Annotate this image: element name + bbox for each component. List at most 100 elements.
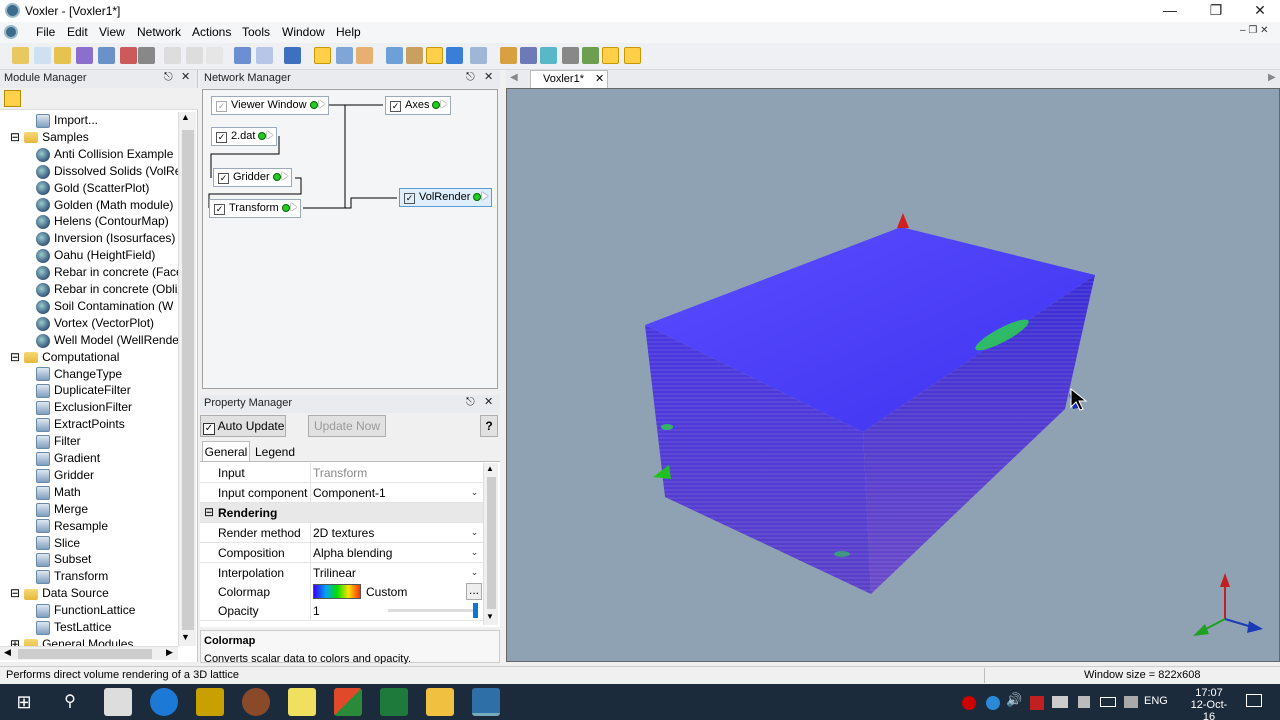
tree-item[interactable]: Gridder	[26, 467, 94, 484]
tree-item[interactable]: DuplicateFilter	[26, 382, 131, 399]
tree-item[interactable]: Gold (ScatterPlot)	[26, 180, 149, 197]
tray-network-icon[interactable]	[986, 696, 1000, 710]
output-port-icon[interactable]	[318, 100, 325, 108]
output-port-icon[interactable]	[441, 100, 448, 108]
tray-record-icon[interactable]	[962, 696, 976, 710]
prop-input-component[interactable]: Input component Component-1 ⌄	[200, 483, 483, 503]
tree-item[interactable]: Gradient	[26, 450, 100, 467]
tree-item[interactable]: Filter	[26, 433, 81, 450]
tree-item[interactable]: Import...	[26, 112, 98, 129]
task-app-6-icon[interactable]	[334, 688, 362, 716]
tab-scroll-left-icon[interactable]: ◀	[510, 72, 518, 83]
paste-icon[interactable]	[206, 47, 223, 64]
tree-item[interactable]: Helens (ContourMap)	[26, 213, 169, 230]
tree-item[interactable]: Oahu (HeightField)	[26, 247, 155, 264]
menu-window[interactable]: Window	[282, 25, 325, 39]
collapse-icon[interactable]: ⊟	[10, 586, 20, 600]
language-indicator[interactable]: ENG	[1144, 695, 1168, 707]
module-icon-1[interactable]	[500, 47, 517, 64]
pan-hand-icon[interactable]	[356, 47, 373, 64]
prop-colormap[interactable]: Colormap Custom...	[200, 582, 483, 602]
tree-item[interactable]: ExtractPoints	[26, 416, 125, 433]
cut-icon[interactable]	[164, 47, 181, 64]
tree-item[interactable]: Dissolved Solids (VolRe	[26, 163, 178, 180]
scroll-up-icon[interactable]: ▲	[181, 112, 190, 122]
tree-item[interactable]: Vortex (VectorPlot)	[26, 315, 154, 332]
tab-close-icon[interactable]: ✕	[595, 72, 604, 85]
tree-item[interactable]: Math	[26, 484, 81, 501]
panel-close-icon[interactable]: ✕	[484, 395, 493, 408]
tray-usb-icon[interactable]	[1078, 696, 1090, 708]
tree-item[interactable]: ExclusionFilter	[26, 399, 132, 416]
tab-legend[interactable]: Legend	[252, 443, 298, 461]
close-doc-icon[interactable]	[120, 47, 137, 64]
volume-icon[interactable]: 🔊	[1006, 692, 1022, 708]
copy-icon[interactable]	[186, 47, 203, 64]
prop-composition[interactable]: Composition Alpha blending ⌄	[200, 543, 483, 563]
pin-icon[interactable]: ⎋	[164, 71, 173, 84]
module-icon-4[interactable]	[562, 47, 579, 64]
select-icon[interactable]	[314, 47, 331, 64]
excel-icon[interactable]	[380, 688, 408, 716]
help-pointer-icon[interactable]	[284, 47, 301, 64]
module-icon-2[interactable]	[520, 47, 537, 64]
axes-toggle-icon[interactable]	[602, 47, 619, 64]
scroll-up-icon[interactable]: ▲	[486, 464, 494, 473]
update-now-button[interactable]: Update Now	[308, 415, 386, 437]
panel-close-icon[interactable]: ✕	[484, 70, 493, 83]
fit-view-icon[interactable]	[386, 47, 403, 64]
tree-item[interactable]: Golden (Math module)	[26, 197, 173, 214]
colormap-swatch[interactable]	[313, 584, 361, 599]
menu-network[interactable]: Network	[137, 25, 181, 39]
help-button[interactable]: ?	[480, 415, 498, 437]
prop-opacity[interactable]: Opacity 1	[200, 601, 483, 621]
prop-input[interactable]: Input Transform	[200, 463, 483, 483]
collapse-icon[interactable]: ⊟	[10, 350, 20, 364]
save-icon[interactable]	[76, 47, 93, 64]
maximize-button[interactable]: ❐	[1194, 0, 1238, 22]
windows-start-icon[interactable]: ⊞	[10, 688, 38, 716]
pin-icon[interactable]: ⎋	[466, 71, 475, 84]
tray-security-icon[interactable]	[1030, 696, 1044, 710]
tree-item[interactable]: ⊟ Computational	[10, 349, 119, 366]
tree-item[interactable]: Resample	[26, 518, 108, 535]
print-icon[interactable]	[138, 47, 155, 64]
new-icon[interactable]	[12, 47, 29, 64]
close-button[interactable]: ✕	[1238, 0, 1280, 22]
prop-render-method[interactable]: Render method 2D textures ⌄	[200, 523, 483, 543]
module-viewer-window[interactable]: ✓ Viewer Window	[211, 96, 329, 115]
tree-item[interactable]: Slice	[26, 535, 80, 552]
new-doc-icon[interactable]	[34, 47, 51, 64]
tree-item[interactable]: ⊟ Samples	[10, 129, 89, 146]
scroll-thumb[interactable]	[182, 130, 194, 630]
light-toggle-icon[interactable]	[624, 47, 641, 64]
hscroll-thumb[interactable]	[18, 649, 152, 659]
network-canvas[interactable]: ✓ Viewer Window ✓ 2.dat ✓ Gridder ✓ Transfor…	[202, 89, 498, 389]
dropdown-arrow-icon[interactable]: ⌄	[468, 546, 481, 559]
panel-close-icon[interactable]: ✕	[181, 70, 190, 83]
checkbox-icon[interactable]: ✓	[390, 101, 401, 112]
tree-item[interactable]: ChangeType	[26, 366, 122, 383]
module-axes[interactable]: ✓ Axes	[385, 96, 452, 115]
menu-tools[interactable]: Tools	[242, 25, 270, 39]
dropdown-arrow-icon[interactable]: ⌄	[468, 526, 481, 539]
tree-item[interactable]: Merge	[26, 501, 88, 518]
task-app-4-icon[interactable]	[242, 688, 270, 716]
wifi-icon[interactable]	[1124, 696, 1138, 708]
edge-browser-icon[interactable]	[150, 688, 178, 716]
auto-update-checkbox[interactable]: ✓ Auto Update	[200, 415, 286, 437]
output-port-icon[interactable]	[482, 192, 489, 200]
property-scrollbar[interactable]: ▲ ▼	[483, 463, 498, 625]
tree-item[interactable]: TestLattice	[26, 619, 111, 636]
module-2-dat[interactable]: ✓ 2.dat	[211, 127, 278, 146]
scroll-left-icon[interactable]: ◀	[4, 647, 11, 658]
task-app-3-icon[interactable]	[196, 688, 224, 716]
notifications-icon[interactable]	[1246, 694, 1262, 707]
module-volrender[interactable]: ✓ VolRender	[399, 188, 493, 207]
cube-view-icon[interactable]	[446, 47, 463, 64]
tree-item[interactable]: FunctionLattice	[26, 602, 135, 619]
module-gridder[interactable]: ✓ Gridder	[213, 168, 292, 187]
redo-icon[interactable]	[256, 47, 273, 64]
undo-icon[interactable]	[234, 47, 251, 64]
opacity-slider-track[interactable]	[388, 609, 478, 612]
